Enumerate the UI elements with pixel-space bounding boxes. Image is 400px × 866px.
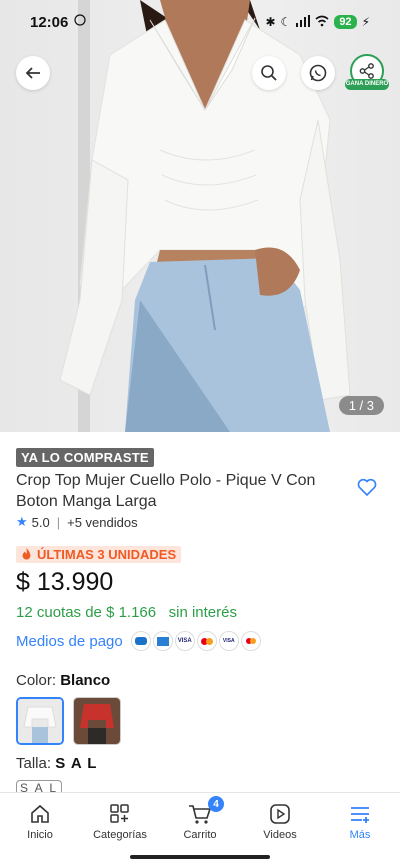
charging-icon: ⚡ bbox=[361, 15, 370, 29]
payment-icons: VISA VISA bbox=[130, 631, 261, 651]
product-photo bbox=[59, 0, 351, 432]
whatsapp-notification-icon bbox=[74, 13, 86, 31]
sold-count: +5 vendidos bbox=[67, 514, 138, 530]
home-icon bbox=[31, 804, 49, 823]
cart-count-badge: 4 bbox=[208, 796, 224, 812]
payment-methods-row[interactable]: Medios de pago VISA VISA bbox=[16, 631, 261, 651]
signal-icon bbox=[296, 14, 311, 30]
categories-icon bbox=[110, 804, 129, 823]
fire-icon bbox=[22, 548, 31, 560]
video-icon bbox=[270, 804, 290, 824]
favorite-button[interactable] bbox=[356, 476, 380, 500]
nav-more[interactable]: Más bbox=[320, 793, 400, 866]
nav-more-label: Más bbox=[349, 829, 371, 841]
color-option-white[interactable] bbox=[16, 697, 64, 745]
color-option-red[interactable] bbox=[73, 697, 121, 745]
rating-row[interactable]: ★ 5.0 | +5 vendidos bbox=[16, 514, 138, 530]
search-button[interactable] bbox=[252, 56, 286, 90]
size-value: S A L bbox=[55, 755, 98, 772]
dnd-moon-icon: ☾ bbox=[280, 15, 292, 29]
size-selector-label: Talla: S A L bbox=[16, 755, 97, 772]
search-icon bbox=[261, 65, 277, 81]
share-icon bbox=[359, 63, 374, 79]
stock-badge: ÚLTIMAS 3 UNIDADES bbox=[16, 546, 182, 563]
menu-icon bbox=[351, 807, 369, 823]
nav-categories-label: Categorías bbox=[93, 829, 147, 841]
mastercard-icon bbox=[196, 631, 217, 651]
home-indicator[interactable] bbox=[130, 855, 270, 859]
red-top-thumbnail bbox=[74, 698, 120, 744]
payment-card-icon bbox=[130, 631, 151, 651]
visa-icon: VISA bbox=[174, 631, 195, 651]
share-earn-tag: GANA DINERO bbox=[345, 79, 389, 90]
white-top-thumbnail bbox=[18, 699, 62, 743]
product-title: Crop Top Mujer Cuello Polo - Pique V Con… bbox=[16, 472, 316, 510]
star-icon: ★ bbox=[16, 514, 28, 529]
status-time: 12:06 bbox=[30, 13, 69, 31]
battery-level: 92 bbox=[334, 15, 357, 29]
installments-text: 12 cuotas de $ 1.166 sin interés bbox=[16, 604, 237, 621]
visa-debit-icon: VISA bbox=[218, 631, 239, 651]
rating-value: 5.0 bbox=[31, 514, 50, 530]
whatsapp-icon bbox=[309, 64, 327, 82]
amex-icon bbox=[152, 631, 173, 651]
heart-icon bbox=[357, 478, 377, 497]
nav-videos-label: Videos bbox=[263, 829, 297, 841]
nav-home[interactable]: Inicio bbox=[0, 793, 80, 866]
nav-cart-label: Carrito bbox=[183, 829, 217, 841]
wifi-icon bbox=[315, 15, 329, 30]
color-label: Color: bbox=[16, 672, 57, 689]
arrow-left-icon bbox=[25, 67, 40, 79]
whatsapp-share-button[interactable] bbox=[301, 56, 335, 90]
share-earn-button[interactable]: GANA DINERO bbox=[345, 54, 389, 98]
image-counter: 1 / 3 bbox=[338, 396, 384, 415]
color-value: Blanco bbox=[60, 672, 111, 689]
bluetooth-icon: ✱ bbox=[265, 15, 276, 29]
product-image[interactable] bbox=[0, 0, 400, 432]
color-selector-label: Color: Blanco bbox=[16, 672, 110, 689]
mastercard-debit-icon bbox=[240, 631, 261, 651]
stock-badge-text: ÚLTIMAS 3 UNIDADES bbox=[37, 547, 177, 562]
purchased-badge: YA LO COMPRASTE bbox=[16, 448, 154, 467]
rating-separator: | bbox=[56, 514, 61, 530]
size-label: Talla: bbox=[16, 755, 52, 772]
product-price: $ 13.990 bbox=[16, 568, 114, 596]
status-bar: 12:06 ✱ ☾ 92 ⚡ bbox=[0, 0, 400, 44]
back-button[interactable] bbox=[16, 56, 50, 90]
nav-home-label: Inicio bbox=[27, 829, 53, 841]
payment-methods-link[interactable]: Medios de pago bbox=[16, 633, 123, 650]
